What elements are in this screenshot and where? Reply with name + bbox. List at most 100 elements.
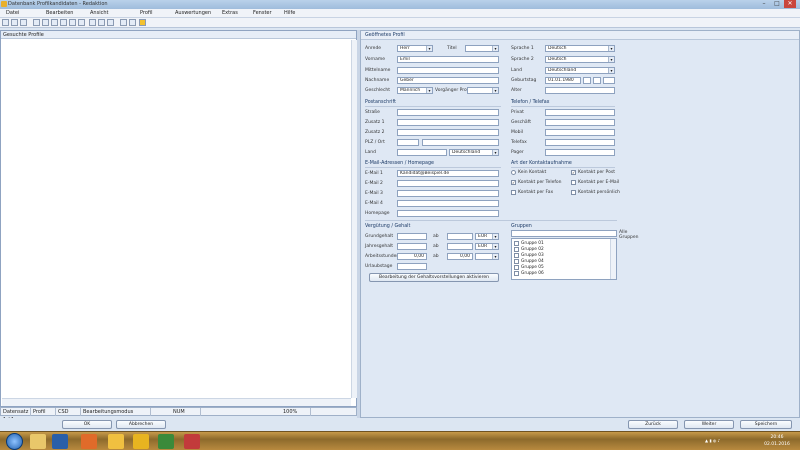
mittelname-field[interactable]: [397, 67, 499, 74]
vorname-field[interactable]: Emil: [397, 56, 499, 63]
alter-field[interactable]: [545, 87, 615, 94]
next-record-icon[interactable]: [89, 19, 96, 26]
zusatz1-field[interactable]: [397, 119, 499, 126]
list-item[interactable]: Gruppe 05: [521, 265, 544, 270]
group-list-scrollbar[interactable]: [610, 239, 616, 279]
firefox-icon[interactable]: [81, 434, 97, 449]
list-item[interactable]: Gruppe 04: [521, 259, 544, 264]
print-icon[interactable]: [20, 19, 27, 26]
phone-mobil-field[interactable]: [545, 129, 615, 136]
contact-phone-checkbox[interactable]: ✓: [511, 180, 516, 185]
search-icon[interactable]: [129, 19, 136, 26]
group-checkbox[interactable]: [514, 247, 519, 252]
menu-auswertungen[interactable]: Auswertungen: [175, 10, 211, 16]
new-icon[interactable]: [2, 19, 9, 26]
email3-field[interactable]: [397, 190, 499, 197]
app-taskbar-icon[interactable]: [108, 434, 124, 449]
arbeitsstunden-ab-field[interactable]: 0,00: [447, 253, 473, 260]
ort-field[interactable]: [422, 139, 499, 146]
menu-ansicht[interactable]: Ansicht: [90, 10, 108, 16]
vorgaenger-select[interactable]: ▾: [467, 87, 499, 94]
arbeitsstunden-field[interactable]: 0,00: [397, 253, 427, 260]
phone-pager-field[interactable]: [545, 149, 615, 156]
zoom-icon[interactable]: [120, 19, 127, 26]
copy-icon[interactable]: [42, 19, 49, 26]
menu-fenster[interactable]: Fenster: [253, 10, 272, 16]
list-item[interactable]: Gruppe 06: [521, 271, 544, 276]
address-land-select[interactable]: Deutschland ▾: [449, 149, 499, 156]
land-select[interactable]: Deutschland ▾: [545, 67, 615, 74]
geburtstag-month-field[interactable]: [593, 77, 601, 84]
contact-email-checkbox[interactable]: [571, 180, 576, 185]
email2-field[interactable]: [397, 180, 499, 187]
jahresgehalt-currency-select[interactable]: EUR ▾: [475, 243, 499, 250]
cancel-button[interactable]: Abbrechen: [116, 420, 166, 429]
ok-button[interactable]: OK: [62, 420, 112, 429]
redo-icon[interactable]: [107, 19, 114, 26]
titel-select[interactable]: ▾: [465, 45, 499, 52]
start-button[interactable]: [6, 433, 23, 450]
grundgehalt-ab-field[interactable]: [447, 233, 473, 240]
horizontal-scrollbar[interactable]: [2, 398, 351, 406]
next-button[interactable]: Weiter: [684, 420, 734, 429]
list-icon[interactable]: [60, 19, 67, 26]
menu-hilfe[interactable]: Hilfe: [284, 10, 295, 16]
tray-icons[interactable]: ▲ ▮ ◍ ♪: [705, 438, 745, 446]
homepage-field[interactable]: [397, 210, 499, 217]
geburtstag-year-field[interactable]: [603, 77, 615, 84]
phone-geschaeft-field[interactable]: [545, 119, 615, 126]
excel-icon[interactable]: [158, 434, 174, 449]
zusatz2-field[interactable]: [397, 129, 499, 136]
geburtstag-day-field[interactable]: [583, 77, 591, 84]
list-item[interactable]: Gruppe 01: [521, 241, 544, 246]
geburtstag-field[interactable]: 01.01.1980: [545, 77, 581, 84]
save-button[interactable]: Speichern: [740, 420, 792, 429]
menu-bearbeiten[interactable]: Bearbeiten: [46, 10, 73, 16]
paste-icon[interactable]: [51, 19, 58, 26]
sprache1-select[interactable]: Deutsch ▾: [545, 45, 615, 52]
jahresgehalt-ab-field[interactable]: [447, 243, 473, 250]
menu-profil[interactable]: Profil: [140, 10, 152, 16]
anrede-select[interactable]: Herr ▾: [397, 45, 433, 52]
group-list[interactable]: Gruppe 01 Gruppe 02 Gruppe 03 Gruppe 04 …: [511, 238, 617, 280]
phone-telefax-field[interactable]: [545, 139, 615, 146]
close-button[interactable]: ✕: [784, 0, 796, 8]
minimize-button[interactable]: –: [758, 0, 770, 8]
grid-icon[interactable]: [78, 19, 85, 26]
menu-extras[interactable]: Extras: [222, 10, 238, 16]
urlaubstage-field[interactable]: [397, 263, 427, 270]
jahresgehalt-field[interactable]: [397, 243, 427, 250]
acrobat-icon[interactable]: [184, 434, 200, 449]
back-button[interactable]: Zurück: [628, 420, 678, 429]
pause-icon[interactable]: [133, 434, 149, 449]
explorer-icon[interactable]: [30, 434, 46, 449]
maximize-button[interactable]: □: [771, 0, 783, 8]
strasse-field[interactable]: [397, 109, 499, 116]
list-item[interactable]: Gruppe 03: [521, 253, 544, 258]
arbeitsstunden-unit-select[interactable]: ▾: [475, 253, 499, 260]
nachname-field[interactable]: Geber: [397, 77, 499, 84]
enable-salary-edit-button[interactable]: Bearbeitung der Gehaltsvorstellungen akt…: [369, 273, 499, 282]
geschlecht-select[interactable]: Männlich ▾: [397, 87, 433, 94]
list-item[interactable]: Gruppe 02: [521, 247, 544, 252]
plz-field[interactable]: [397, 139, 419, 146]
group-checkbox[interactable]: [514, 241, 519, 246]
grundgehalt-currency-select[interactable]: EUR ▾: [475, 233, 499, 240]
email1-field[interactable]: Kandidat@Beispiel.de: [397, 170, 499, 177]
phone-privat-field[interactable]: [545, 109, 615, 116]
contact-none-radio[interactable]: [511, 170, 516, 175]
address-land-field[interactable]: [397, 149, 447, 156]
group-checkbox[interactable]: [514, 265, 519, 270]
menu-datei[interactable]: Datei: [6, 10, 19, 16]
group-checkbox[interactable]: [514, 253, 519, 258]
media-player-icon[interactable]: [52, 434, 68, 449]
group-checkbox[interactable]: [514, 259, 519, 264]
contact-personal-checkbox[interactable]: [571, 190, 576, 195]
undo-icon[interactable]: [98, 19, 105, 26]
grundgehalt-field[interactable]: [397, 233, 427, 240]
contact-post-checkbox[interactable]: ✓: [571, 170, 576, 175]
open-icon[interactable]: [11, 19, 18, 26]
cut-icon[interactable]: [33, 19, 40, 26]
contact-fax-checkbox[interactable]: [511, 190, 516, 195]
sprache2-select[interactable]: Deutsch ▾: [545, 56, 615, 63]
